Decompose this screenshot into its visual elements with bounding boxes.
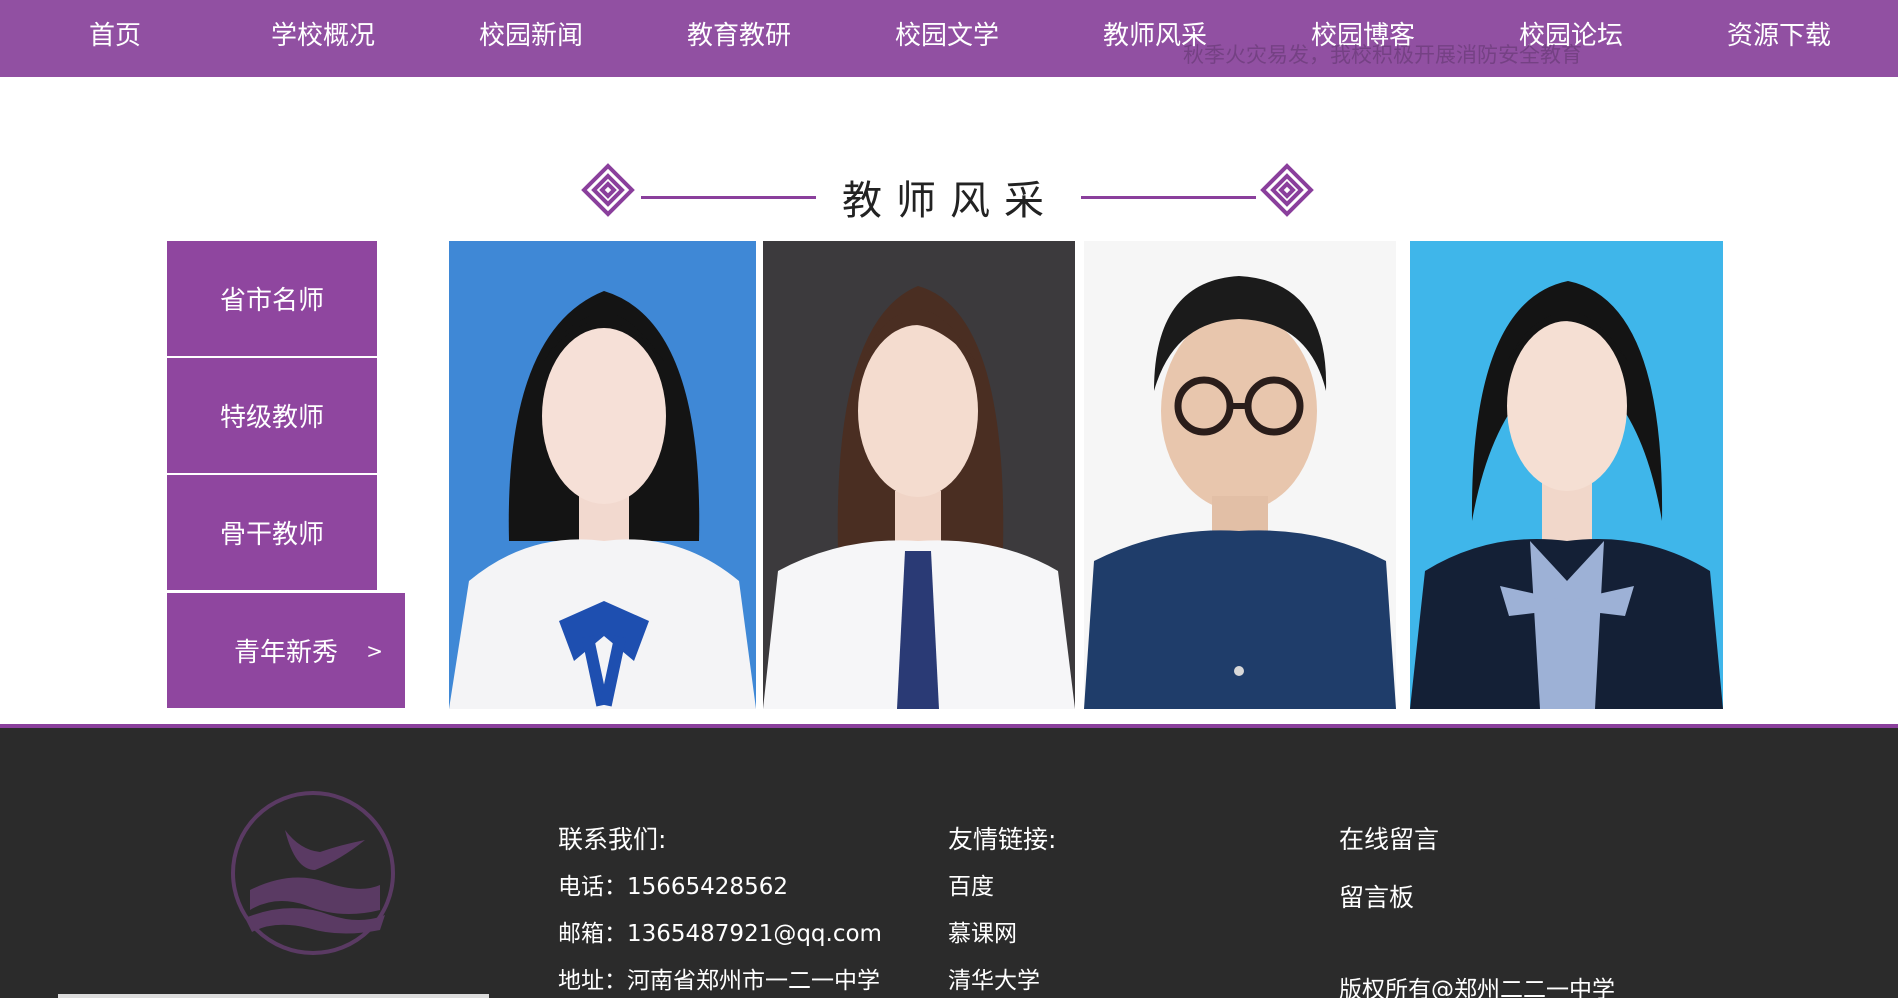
- friend-link-mooc[interactable]: 慕课网: [948, 914, 1017, 948]
- category-young-talent[interactable]: 青年新秀 >: [167, 593, 405, 708]
- chevron-right-icon: >: [366, 638, 383, 663]
- copyright-text: 版权所有@郑州二二一中学: [1339, 977, 1615, 1003]
- friend-links-heading: 友情链接:: [948, 825, 1057, 854]
- category-backbone-teacher[interactable]: 骨干教师: [167, 475, 377, 590]
- ornament-knot-icon: [581, 163, 635, 217]
- friend-link-tsinghua[interactable]: 清华大学: [948, 961, 1040, 995]
- contact-address: 地址：河南省郑州市一二一中学: [558, 968, 880, 994]
- section-title: 教师风采: [842, 178, 1058, 224]
- nav-item-resource-download[interactable]: 资源下载: [1689, 0, 1869, 72]
- friend-link-baidu[interactable]: 百度: [948, 867, 994, 901]
- teacher-photo[interactable]: [1410, 241, 1723, 709]
- category-provincial-famous-teacher[interactable]: 省市名师: [167, 241, 377, 356]
- top-nav: 首页 学校概况 校园新闻 教育教研 校园文学 教师风采 校园博客 校园论坛 资源…: [0, 0, 1898, 77]
- horizontal-scrollbar[interactable]: [58, 994, 489, 998]
- teacher-photo[interactable]: [1084, 241, 1396, 709]
- category-label: 特级教师: [219, 403, 324, 433]
- news-ticker[interactable]: 秋季火灾易发，我校积极开展消防安全教育: [1183, 39, 1582, 69]
- title-divider-right: [1081, 196, 1256, 199]
- nav-item-school-overview[interactable]: 学校概况: [233, 0, 413, 72]
- teacher-photo[interactable]: [763, 241, 1075, 709]
- title-divider-left: [641, 196, 816, 199]
- ornament-knot-icon: [1260, 163, 1314, 217]
- message-board-link[interactable]: 留言板: [1339, 878, 1414, 914]
- category-label: 省市名师: [219, 286, 324, 316]
- contact-email: 邮箱：1365487921@qq.com: [558, 921, 882, 947]
- nav-item-campus-literature[interactable]: 校园文学: [857, 0, 1037, 72]
- nav-item-home[interactable]: 首页: [25, 0, 205, 72]
- contact-heading: 联系我们:: [558, 825, 667, 854]
- nav-item-education-research[interactable]: 教育教研: [649, 0, 829, 72]
- contact-phone: 电话：15665428562: [558, 874, 788, 900]
- online-message-link[interactable]: 在线留言: [1339, 820, 1439, 856]
- nav-item-campus-news[interactable]: 校园新闻: [441, 0, 621, 72]
- category-special-grade-teacher[interactable]: 特级教师: [167, 358, 377, 473]
- teacher-photo[interactable]: [449, 241, 756, 709]
- category-label: 青年新秀: [233, 638, 338, 668]
- category-label: 骨干教师: [219, 520, 324, 550]
- school-logo-icon: [231, 791, 395, 955]
